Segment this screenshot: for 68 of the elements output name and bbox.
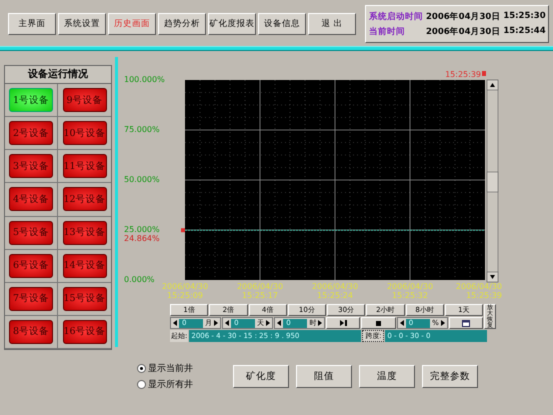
left-arrow-icon[interactable] bbox=[225, 320, 230, 326]
vertical-scrollbar[interactable] bbox=[486, 80, 498, 282]
device-button[interactable]: 13号设备 bbox=[62, 220, 106, 245]
calendar-button[interactable] bbox=[448, 317, 483, 329]
left-arrow-icon[interactable] bbox=[277, 320, 282, 326]
device-button[interactable]: 7号设备 bbox=[9, 286, 53, 311]
time-value: 15:25:30 bbox=[503, 10, 546, 22]
date-value: 2006年04月30日 bbox=[426, 10, 500, 22]
y-tick-label: 100.000% bbox=[124, 75, 165, 84]
nav-button[interactable]: 退 出 bbox=[308, 13, 356, 35]
reading-label: 24.864% bbox=[124, 234, 160, 244]
parameter-button[interactable]: 温度 bbox=[359, 365, 415, 388]
time-value: 15:25:44 bbox=[503, 26, 546, 38]
play-button[interactable] bbox=[326, 317, 360, 329]
x-tick-label: 2006/04/30 15:25:24 bbox=[312, 282, 358, 300]
nav-button[interactable]: 主界面 bbox=[8, 13, 56, 35]
device-button[interactable]: 9号设备 bbox=[62, 88, 106, 112]
device-button[interactable]: 2号设备 bbox=[9, 121, 53, 146]
left-arrow-icon[interactable] bbox=[173, 320, 177, 326]
stop-icon bbox=[376, 320, 382, 326]
radio-label: 显示当前井 bbox=[148, 362, 193, 375]
value-marker-icon bbox=[181, 228, 185, 232]
device-button[interactable]: 4号设备 bbox=[9, 187, 53, 212]
radio-icon[interactable] bbox=[137, 380, 146, 389]
y-tick-label: 50.000% bbox=[124, 175, 160, 184]
device-button[interactable]: 10号设备 bbox=[62, 121, 106, 146]
device-button[interactable]: 1号设备 bbox=[9, 88, 53, 112]
parameter-button[interactable]: 阻值 bbox=[296, 365, 352, 388]
stop-button[interactable] bbox=[361, 317, 396, 329]
device-button[interactable]: 16号设备 bbox=[62, 320, 106, 344]
radio-icon[interactable] bbox=[137, 364, 146, 373]
calendar-icon bbox=[462, 320, 470, 326]
nav-button[interactable]: 设备信息 bbox=[258, 13, 306, 35]
right-arrow-icon[interactable] bbox=[318, 320, 322, 326]
device-button[interactable]: 8号设备 bbox=[9, 320, 53, 344]
radio-option[interactable]: 显示当前井 bbox=[137, 362, 193, 375]
radio-label: 显示所有井 bbox=[148, 378, 193, 391]
y-tick-label: 25.000% bbox=[124, 225, 160, 234]
device-button[interactable]: 11号设备 bbox=[62, 154, 106, 178]
cursor-marker-icon bbox=[482, 71, 486, 76]
x-tick-label: 2006/04/30 15:25:09 bbox=[162, 282, 208, 300]
nav-button[interactable]: 矿化度报表 bbox=[208, 13, 256, 35]
time-label: 系统启动时间 bbox=[369, 10, 423, 22]
y-tick-label: 75.000% bbox=[124, 125, 160, 134]
right-arrow-icon[interactable] bbox=[266, 320, 270, 326]
device-button[interactable]: 15号设备 bbox=[62, 286, 106, 311]
left-arrow-icon[interactable] bbox=[400, 320, 404, 326]
x-tick-label: 2006/04/30 15:25:32 bbox=[386, 282, 434, 300]
nav-button[interactable]: 系统设置 bbox=[58, 13, 106, 35]
radio-option[interactable]: 显示所有井 bbox=[137, 378, 193, 391]
nav-button[interactable]: 趋势分析 bbox=[158, 13, 206, 35]
panel-title: 设备运行情况 bbox=[5, 66, 111, 84]
parameter-button[interactable]: 矿化度 bbox=[233, 365, 289, 388]
skip-end-icon bbox=[340, 320, 347, 326]
device-button[interactable]: 12号设备 bbox=[62, 187, 106, 212]
right-arrow-icon[interactable] bbox=[440, 320, 445, 326]
right-arrow-icon[interactable] bbox=[214, 320, 218, 326]
device-button[interactable]: 6号设备 bbox=[9, 254, 53, 278]
x-tick-label: 2006/04/30 15:25:17 bbox=[236, 282, 284, 300]
cursor-time: 15:25:39 bbox=[445, 70, 481, 79]
time-label: 当前时间 bbox=[369, 26, 406, 38]
device-button[interactable]: 14号设备 bbox=[62, 254, 106, 278]
y-tick-label: 0.000% bbox=[124, 275, 155, 284]
date-value: 2006年04月30日 bbox=[426, 26, 500, 38]
device-button[interactable]: 5号设备 bbox=[9, 220, 53, 245]
parameter-button[interactable]: 完整参数 bbox=[422, 365, 478, 388]
device-button[interactable]: 3号设备 bbox=[9, 154, 53, 178]
x-tick-label: 2006/04/30 15:25:39 bbox=[456, 282, 502, 300]
